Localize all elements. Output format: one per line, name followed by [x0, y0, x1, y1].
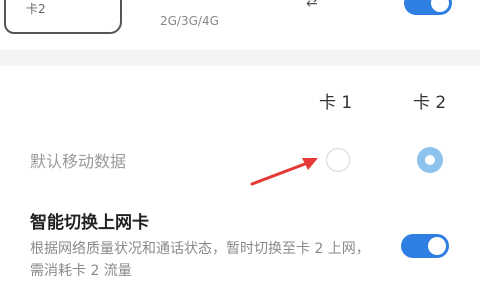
- dual-card-settings: 卡 1 卡 2 默认移动数据 智能切换上网卡 根据网络质量状况和通话状态，暂时切…: [0, 66, 480, 300]
- column-header-card1: 卡 1: [319, 93, 353, 113]
- toggle-knob: [431, 0, 449, 12]
- smart-switch-description: 根据网络质量状况和通话状态，暂时切换至卡 2 上网，需消耗卡 2 流量: [30, 241, 370, 279]
- settings-page: 卡2 2G/3G/4G ⇄ 卡 1 卡 2 默认移动数据 智能切换上网卡 根据网…: [0, 0, 480, 300]
- column-header-card2: 卡 2: [413, 93, 447, 113]
- signal-icon: ⇄: [306, 0, 318, 10]
- network-types-label: 2G/3G/4G: [160, 14, 219, 28]
- default-mobile-data-label: 默认移动数据: [30, 152, 127, 171]
- annotation-arrow-icon: [250, 158, 318, 186]
- sim-card-label: 卡2: [26, 2, 46, 16]
- toggle-knob: [428, 237, 446, 255]
- smart-switch-title: 智能切换上网卡: [30, 213, 149, 233]
- sim2-data-toggle[interactable]: [404, 0, 452, 15]
- card2-default-data-radio[interactable]: [417, 147, 443, 173]
- sim2-network-row: 卡2 2G/3G/4G ⇄: [0, 0, 480, 50]
- smart-switch-toggle[interactable]: [401, 234, 449, 258]
- card1-default-data-radio[interactable]: [326, 148, 350, 172]
- sim-card-icon: [4, 0, 122, 34]
- radio-dot: [425, 155, 435, 165]
